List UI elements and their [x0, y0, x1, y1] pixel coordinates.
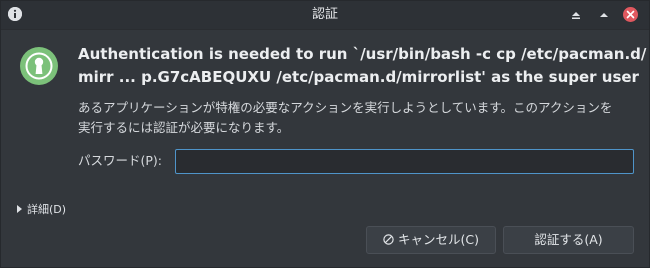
close-icon[interactable]: [623, 7, 638, 22]
heading-line-2: mirr ... p.G7cABEQUXU /etc/pacman.d/mirr…: [78, 68, 639, 86]
auth-description: あるアプリケーションが特権の必要なアクションを実行しようとしています。このアクシ…: [78, 98, 638, 138]
description-line-1: あるアプリケーションが特権の必要なアクションを実行しようとしています。このアクシ…: [78, 100, 613, 115]
expand-arrow-icon: [17, 205, 22, 213]
description-line-2: 実行するには認証が必要になります。: [78, 120, 290, 135]
minimize-icon[interactable]: [568, 7, 584, 23]
password-label: パスワード(P):: [78, 153, 163, 168]
title-bar[interactable]: 認証: [1, 1, 649, 30]
authenticate-button-label: 認証する(A): [534, 232, 603, 247]
details-toggle[interactable]: 詳細(D): [17, 201, 66, 219]
window-title: 認証: [311, 7, 338, 22]
heading-line-1: Authentication is needed to run `/usr/bi…: [78, 45, 647, 63]
auth-heading: Authentication is needed to run `/usr/bi…: [78, 43, 647, 89]
auth-dialog-window: 認証 Authentication is needed to run `/usr…: [0, 0, 650, 268]
keyhole-icon: [19, 46, 59, 86]
password-field[interactable]: [175, 149, 634, 174]
cancel-button[interactable]: キャンセル(C): [366, 226, 496, 254]
details-label: 詳細(D): [27, 203, 67, 216]
cancel-icon: [383, 234, 394, 245]
cancel-button-label: キャンセル(C): [398, 232, 479, 247]
authenticate-button[interactable]: 認証する(A): [503, 226, 634, 254]
maximize-icon[interactable]: [596, 7, 612, 23]
